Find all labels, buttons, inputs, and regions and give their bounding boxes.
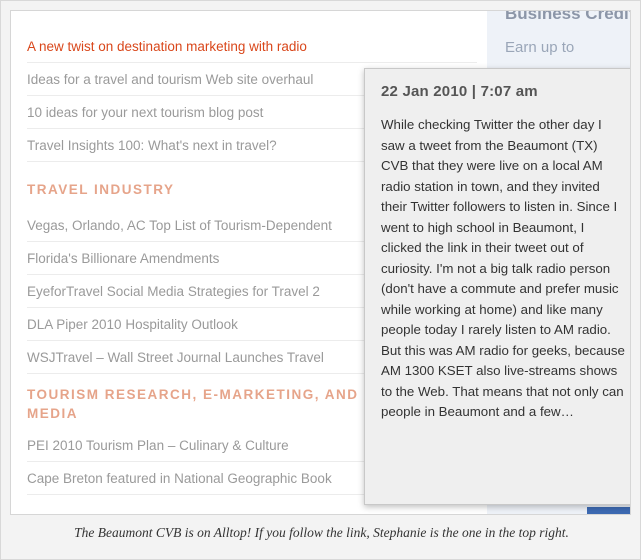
figure-frame: A new twist on destination marketing wit…: [0, 0, 641, 560]
headline-link[interactable]: A new twist on destination marketing wit…: [27, 30, 477, 63]
ad-subtitle: Earn up to: [505, 39, 575, 56]
post-preview-popup: 22 Jan 2010 | 7:07 am While checking Twi…: [364, 68, 630, 505]
post-date: 22 Jan 2010 | 7:07 am: [381, 83, 538, 100]
ad-footer-bar: [587, 507, 630, 514]
post-excerpt: While checking Twitter the other day I s…: [381, 117, 625, 419]
ad-title: Business Credit C: [505, 10, 631, 23]
screenshot-area: A new twist on destination marketing wit…: [10, 10, 631, 515]
figure-caption: The Beaumont CVB is on Alltop! If you fo…: [74, 525, 569, 540]
